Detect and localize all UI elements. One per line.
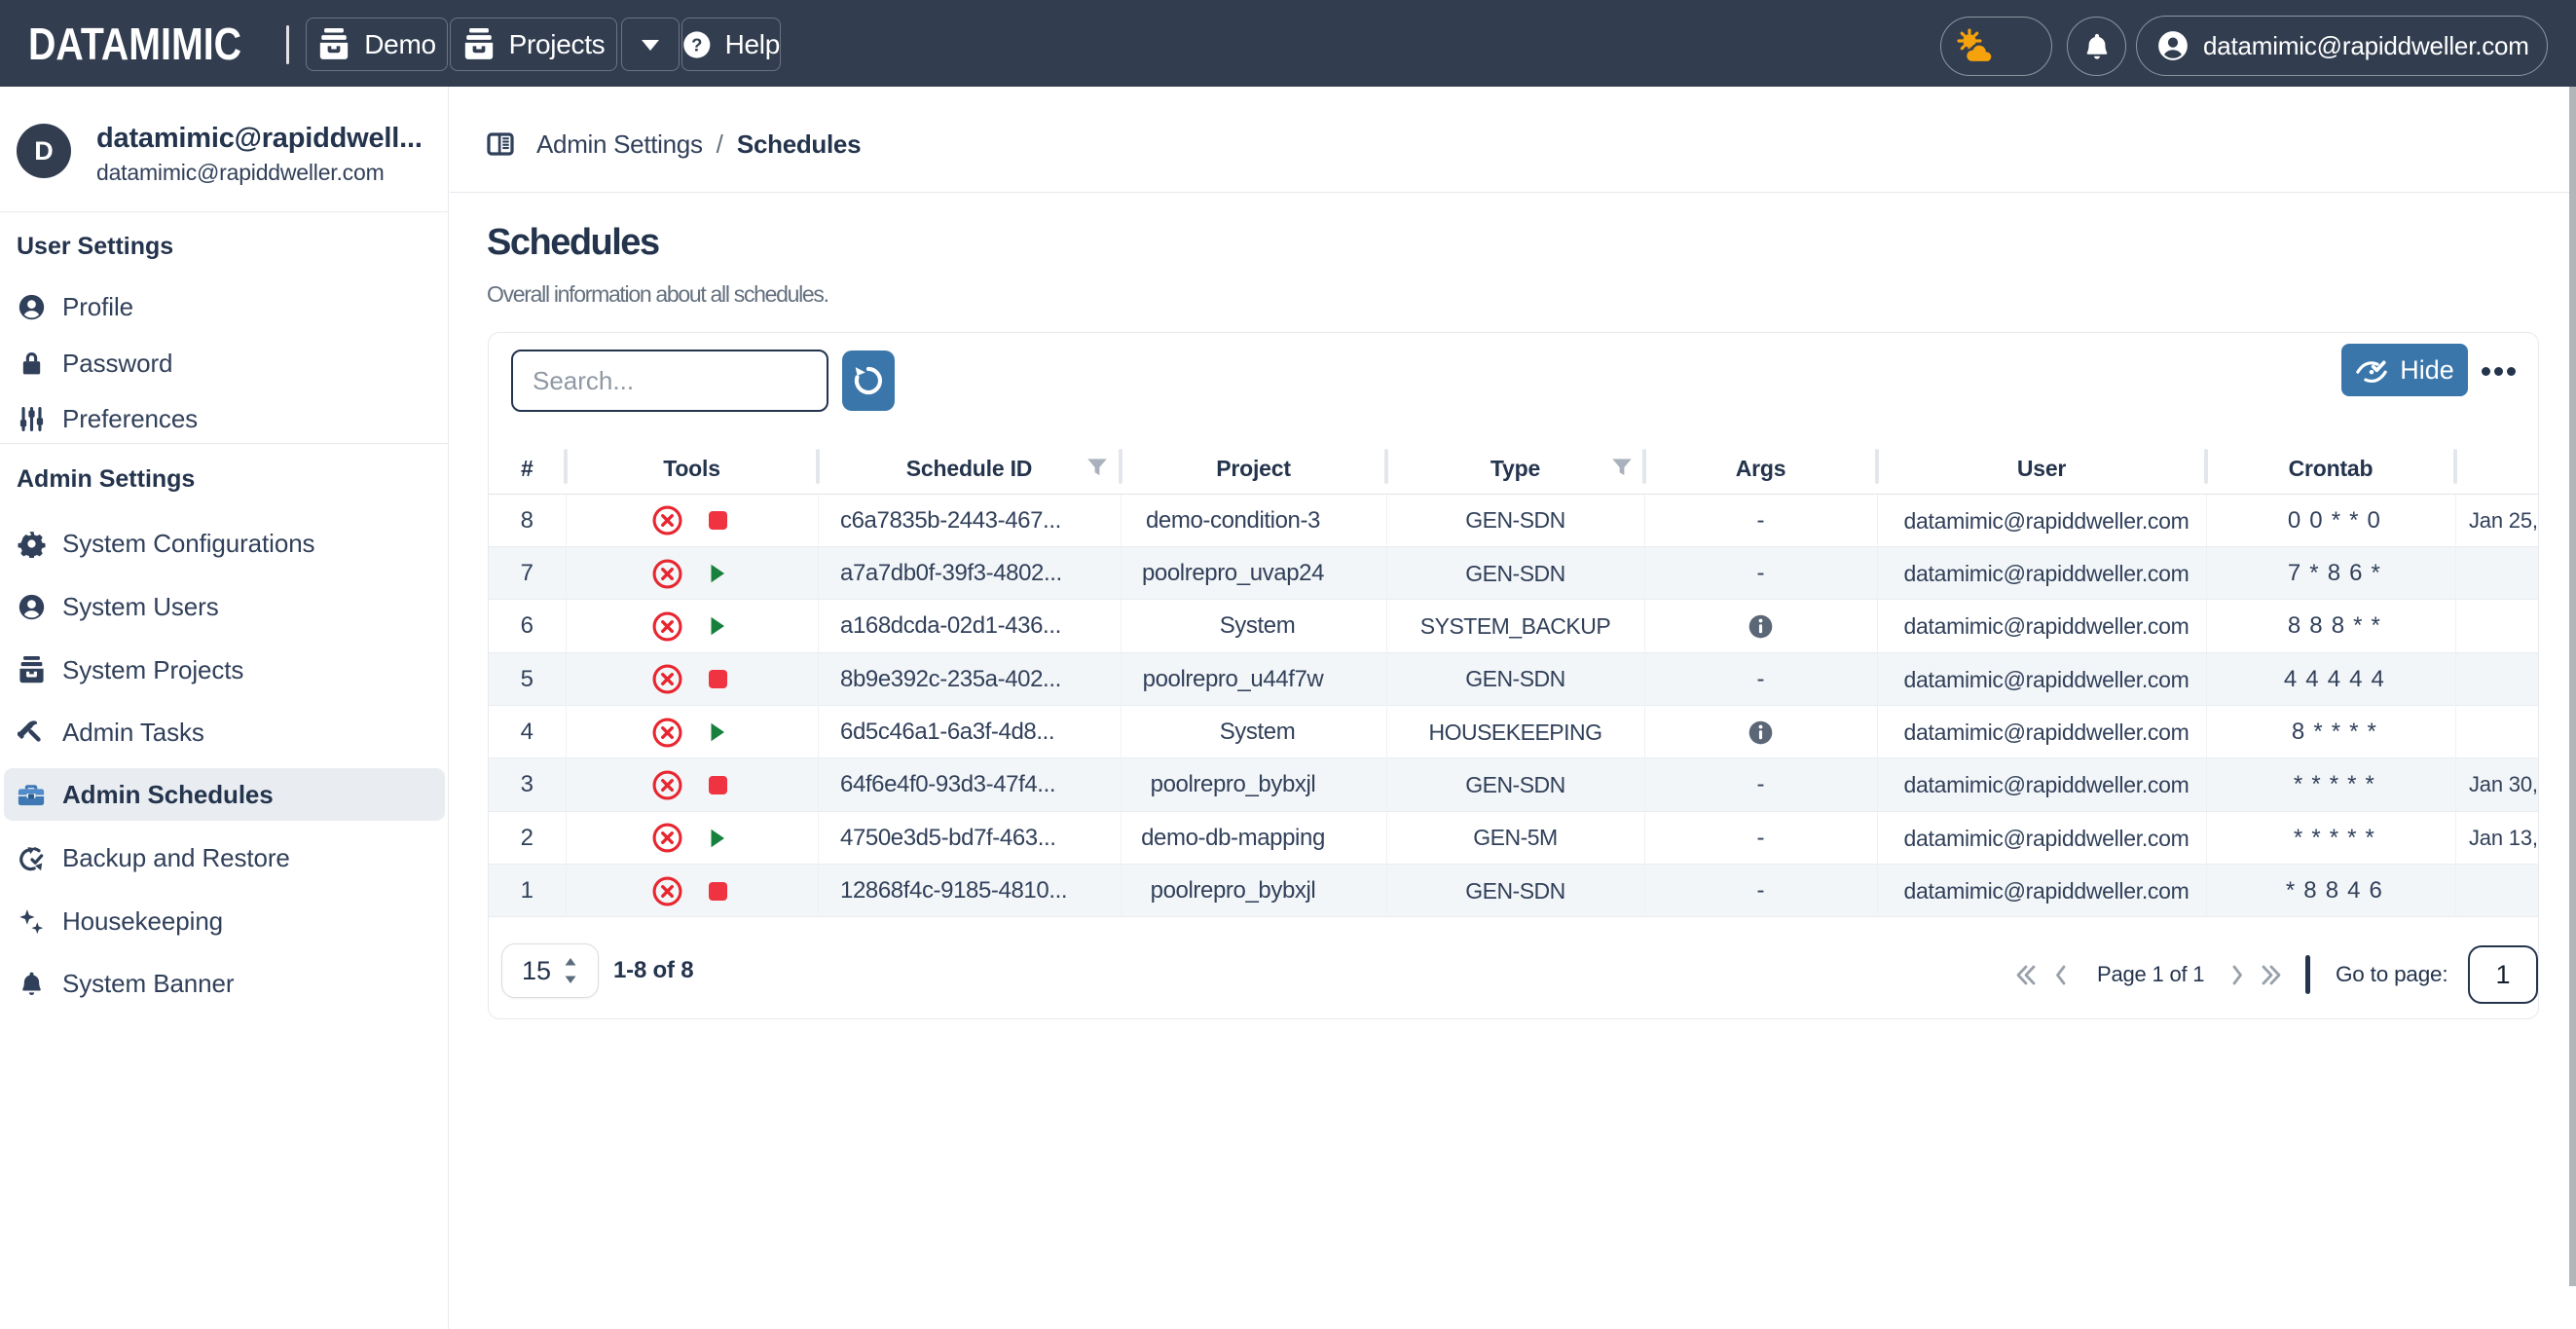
svg-text:?: ? — [691, 34, 702, 55]
svg-text:DATAMIMIC: DATAMIMIC — [28, 20, 241, 69]
